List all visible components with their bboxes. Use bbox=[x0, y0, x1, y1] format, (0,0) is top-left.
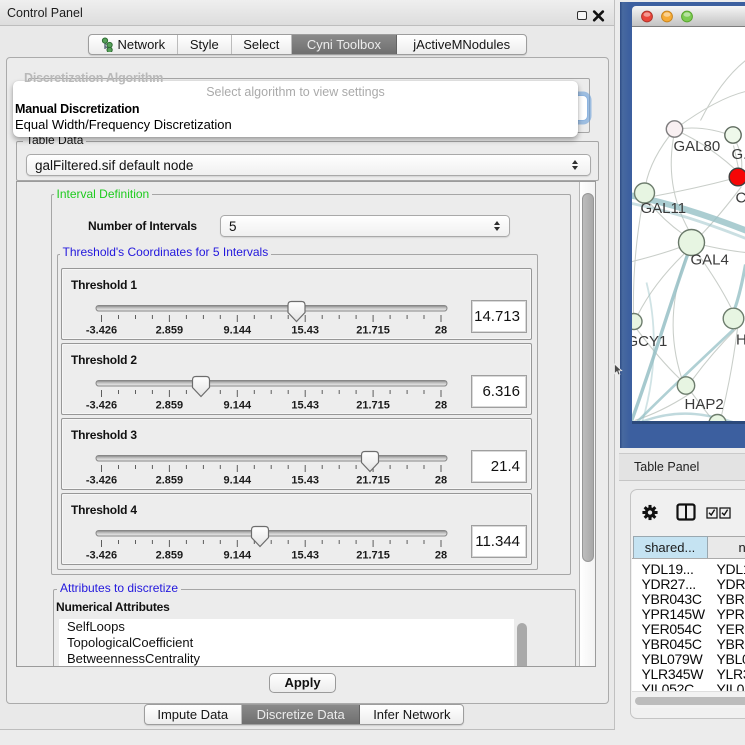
svg-text:21.715: 21.715 bbox=[356, 325, 390, 337]
svg-text:21.715: 21.715 bbox=[356, 400, 390, 412]
svg-text:28: 28 bbox=[435, 400, 447, 412]
svg-text:-3.426: -3.426 bbox=[86, 400, 117, 412]
svg-text:2.859: 2.859 bbox=[156, 325, 184, 337]
svg-text:9.144: 9.144 bbox=[224, 550, 252, 562]
svg-text:15.43: 15.43 bbox=[291, 400, 319, 412]
svg-text:GCY1: GCY1 bbox=[632, 333, 667, 350]
svg-text:GAL11: GAL11 bbox=[640, 200, 686, 217]
svg-text:-3.426: -3.426 bbox=[86, 550, 117, 562]
svg-text:-3.426: -3.426 bbox=[86, 475, 117, 487]
svg-text:9.144: 9.144 bbox=[224, 400, 252, 412]
svg-text:2.859: 2.859 bbox=[156, 400, 184, 412]
svg-text:28: 28 bbox=[435, 550, 447, 562]
svg-text:15.43: 15.43 bbox=[291, 550, 319, 562]
svg-text:9.144: 9.144 bbox=[224, 325, 252, 337]
svg-text:21.715: 21.715 bbox=[356, 475, 390, 487]
svg-text:21.715: 21.715 bbox=[356, 550, 390, 562]
svg-text:HAP2: HAP2 bbox=[684, 396, 723, 413]
svg-text:2.859: 2.859 bbox=[156, 550, 184, 562]
svg-text:GAL4: GAL4 bbox=[690, 251, 728, 268]
svg-text:15.43: 15.43 bbox=[291, 475, 319, 487]
svg-text:15.43: 15.43 bbox=[291, 325, 319, 337]
svg-text:-3.426: -3.426 bbox=[86, 325, 117, 337]
svg-text:C: C bbox=[735, 189, 745, 206]
svg-text:H: H bbox=[736, 331, 745, 348]
svg-text:28: 28 bbox=[435, 325, 447, 337]
svg-text:2.859: 2.859 bbox=[156, 475, 184, 487]
svg-text:28: 28 bbox=[435, 475, 447, 487]
svg-text:9.144: 9.144 bbox=[224, 475, 252, 487]
svg-text:G.: G. bbox=[731, 146, 745, 163]
svg-text:GAL80: GAL80 bbox=[673, 138, 720, 155]
